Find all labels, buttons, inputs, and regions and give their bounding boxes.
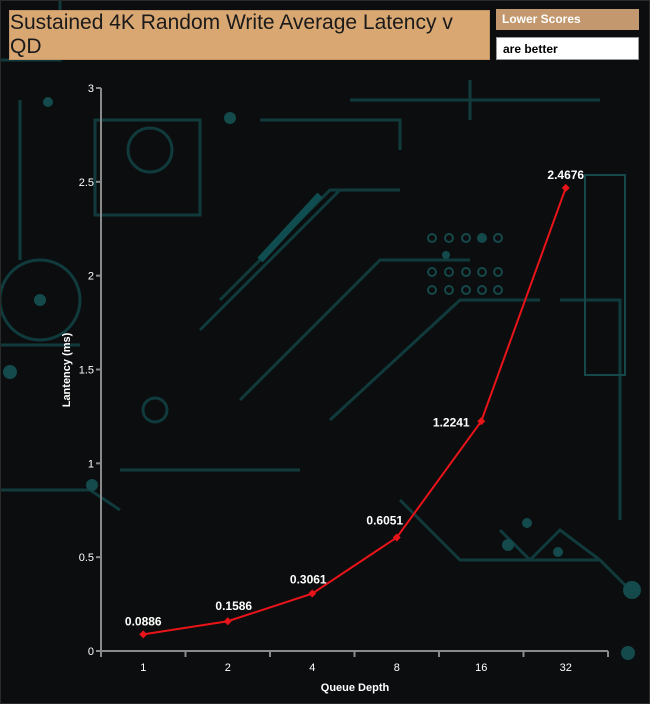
y-tick-label: 2 (88, 271, 94, 283)
y-tick-label: 0.5 (79, 552, 94, 564)
x-tick-label: 16 (475, 662, 487, 674)
data-point (223, 617, 232, 626)
series-line (143, 187, 567, 636)
y-tick-label: 1 (88, 458, 94, 470)
data-label: 0.6051 (366, 513, 403, 527)
data-point (561, 183, 570, 192)
x-axis-ticks: 1 2 4 8 16 32 (100, 651, 609, 674)
y-axis-label: Lantency (ms) (61, 332, 73, 407)
y-tick-label: 0 (88, 646, 94, 658)
data-label: 0.1586 (215, 599, 252, 613)
y-tick-label: 3 (88, 83, 94, 95)
x-tick-label: 2 (225, 662, 231, 674)
data-label: 2.4676 (547, 168, 584, 182)
y-tick-label: 2.5 (79, 177, 94, 189)
x-tick-label: 32 (560, 662, 572, 674)
data-label: 0.0886 (125, 614, 162, 628)
data-label: 1.2241 (433, 415, 470, 429)
series-latency (143, 187, 567, 636)
x-tick-label: 1 (140, 662, 146, 674)
data-labels: 0.0886 0.1586 0.3061 0.6051 1.2241 2.4676 (125, 168, 585, 628)
chart-image: Sustained 4K Random Write Average Latenc… (0, 0, 650, 704)
y-tick-label: 1.5 (79, 365, 94, 377)
data-label: 0.3061 (290, 573, 327, 587)
y-axis-ticks: 0 0.5 1 1.5 2 2.5 3 (79, 83, 101, 658)
line-chart: 0 0.5 1 1.5 2 2.5 3 1 2 4 8 16 32 Lantency (ms) Que… (61, 83, 609, 694)
x-axis-label: Queue Depth (321, 682, 390, 694)
x-tick-label: 4 (309, 662, 315, 674)
x-tick-label: 8 (394, 662, 400, 674)
data-points (139, 183, 570, 639)
data-point (139, 630, 148, 639)
